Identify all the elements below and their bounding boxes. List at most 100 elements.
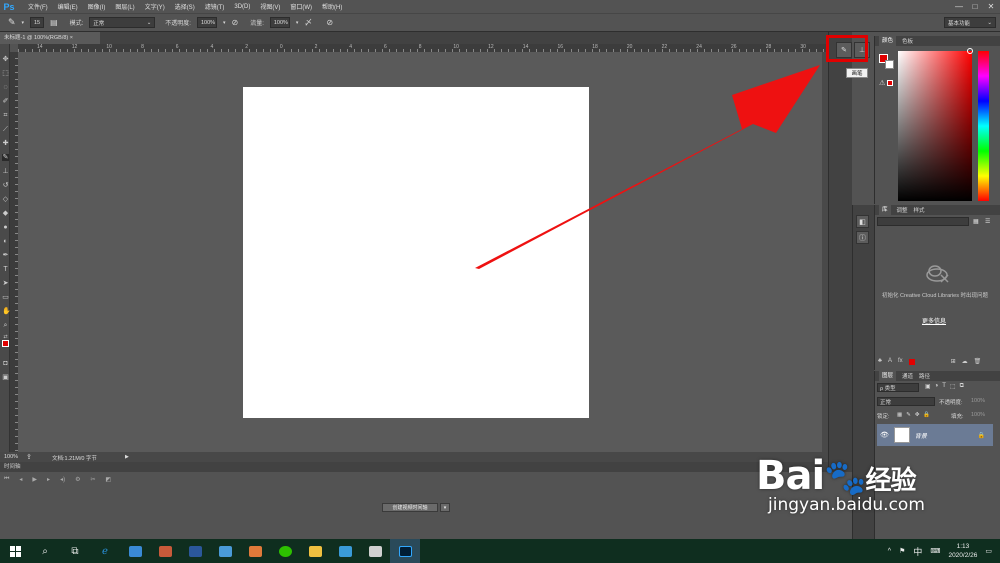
menu-window[interactable]: 窗口(W): [290, 2, 312, 11]
workspace-select[interactable]: 基本功能 ⌄: [944, 17, 996, 28]
close-button[interactable]: ✕: [986, 1, 996, 11]
keyboard-icon[interactable]: ⌨: [930, 547, 940, 555]
blur-tool-icon[interactable]: ●: [2, 224, 9, 231]
tab-layers[interactable]: 图层: [879, 371, 897, 381]
library-sync-icon[interactable]: ☁: [962, 358, 968, 368]
notification-icon[interactable]: ▭: [985, 547, 992, 555]
menu-3d[interactable]: 3D(D): [234, 4, 250, 10]
library-select[interactable]: [877, 217, 969, 226]
menu-layer[interactable]: 图层(L): [115, 2, 134, 11]
menu-file[interactable]: 文件(F): [28, 2, 48, 11]
menu-type[interactable]: 文字(Y): [145, 2, 165, 11]
history-brush-tool-icon[interactable]: ↺: [2, 182, 9, 189]
filter-shape-icon[interactable]: ⬚: [950, 383, 956, 390]
dodge-tool-icon[interactable]: ◐: [2, 238, 9, 245]
network-icon[interactable]: ⚑: [899, 547, 905, 555]
marquee-tool-icon[interactable]: ⬚: [2, 70, 9, 77]
add-color-icon[interactable]: [908, 359, 915, 365]
hand-tool-icon[interactable]: ✋: [2, 308, 11, 315]
layer-name[interactable]: 背景: [915, 431, 927, 440]
maximize-button[interactable]: □: [970, 1, 980, 11]
chevron-down-icon[interactable]: ▾: [22, 20, 25, 26]
fill-value[interactable]: 100%: [971, 412, 985, 418]
close-icon[interactable]: ×: [70, 35, 73, 41]
info-button[interactable]: ⓘ: [856, 231, 869, 244]
gamut-swatch[interactable]: [887, 80, 893, 86]
tab-libraries[interactable]: 库: [879, 205, 891, 215]
clone-stamp-tool-icon[interactable]: ⊥: [2, 168, 9, 175]
search-icon[interactable]: ⌕: [30, 539, 60, 563]
lock-position-icon[interactable]: ✥: [915, 412, 920, 418]
new-library-icon[interactable]: ⊞: [951, 358, 956, 368]
lock-pixels-icon[interactable]: ✎: [906, 412, 911, 418]
tab-paths[interactable]: 路径: [919, 372, 930, 380]
properties-button[interactable]: ◧: [856, 215, 869, 228]
lasso-tool-icon[interactable]: ◌: [2, 84, 9, 91]
brush-tool-icon[interactable]: ✎: [8, 17, 16, 28]
minimize-button[interactable]: —: [954, 1, 964, 11]
background-swatch[interactable]: [885, 60, 894, 69]
shape-tool-icon[interactable]: ▭: [2, 294, 9, 301]
chevron-down-icon[interactable]: ▾: [296, 20, 299, 26]
app-icon-mail[interactable]: [330, 539, 360, 563]
paint-bucket-tool-icon[interactable]: ◆: [2, 210, 9, 217]
document-tab[interactable]: 未标题-1 @ 100%(RGB/8) ×: [0, 32, 100, 44]
grid-view-icon[interactable]: ▦: [973, 218, 979, 225]
app-icon-word[interactable]: [180, 539, 210, 563]
airbrush-icon[interactable]: 〆: [304, 17, 312, 28]
tab-styles[interactable]: 样式: [914, 206, 925, 214]
list-view-icon[interactable]: ☰: [985, 218, 990, 225]
quick-mask-icon[interactable]: ◘: [2, 360, 9, 367]
blend-mode-select[interactable]: 正常: [877, 397, 935, 406]
screen-mode-icon[interactable]: ▣: [2, 374, 9, 381]
layer-row-background[interactable]: 👁 背景 🔒: [877, 424, 993, 446]
filter-adjustment-icon[interactable]: ◑: [935, 383, 939, 390]
tab-color[interactable]: 颜色: [879, 36, 897, 46]
edge-browser-icon[interactable]: ℯ: [90, 539, 120, 563]
tab-swatches[interactable]: 色板: [902, 37, 913, 45]
chevron-up-icon[interactable]: ^: [888, 548, 891, 555]
menu-view[interactable]: 视图(V): [260, 2, 280, 11]
delete-icon[interactable]: 🗑: [974, 358, 982, 368]
more-info-link[interactable]: 更多信息: [922, 316, 946, 325]
next-frame-icon[interactable]: ▸: [47, 476, 50, 483]
flow-input[interactable]: 100%: [269, 17, 290, 28]
brush-tool-icon[interactable]: ✎: [2, 154, 9, 161]
eyedropper-tool-icon[interactable]: ⟋: [2, 126, 9, 133]
app-icon-photos[interactable]: [210, 539, 240, 563]
add-layer-style-icon[interactable]: fx: [898, 358, 903, 368]
eye-icon[interactable]: 👁: [880, 431, 889, 439]
menu-image[interactable]: 图像(I): [88, 2, 106, 11]
app-icon-bird[interactable]: [120, 539, 150, 563]
path-select-tool-icon[interactable]: ➤: [2, 280, 9, 287]
photoshop-taskbar-icon[interactable]: [390, 539, 420, 563]
filter-type-icon[interactable]: T: [942, 383, 946, 390]
menu-help[interactable]: 帮助(H): [322, 2, 342, 11]
menu-select[interactable]: 选择(S): [175, 2, 195, 11]
app-icon-paint[interactable]: [240, 539, 270, 563]
split-icon[interactable]: ✂: [90, 476, 95, 483]
filter-pixel-icon[interactable]: ▣: [925, 383, 931, 390]
ime-indicator[interactable]: 中: [913, 545, 922, 558]
status-menu-arrow-icon[interactable]: ▶: [125, 454, 129, 460]
filter-smart-icon[interactable]: ⧉: [960, 383, 964, 390]
play-icon[interactable]: ▶: [32, 476, 37, 483]
quick-select-tool-icon[interactable]: ✐: [2, 98, 9, 105]
crop-tool-icon[interactable]: ⌗: [2, 112, 9, 119]
create-video-timeline-button[interactable]: 创建视频时间轴: [382, 503, 438, 512]
file-explorer-icon[interactable]: [300, 539, 330, 563]
timeline-panel-header[interactable]: 时间轴: [0, 462, 828, 472]
color-field[interactable]: [898, 51, 972, 201]
foreground-color-swatch[interactable]: [2, 340, 9, 347]
transition-icon[interactable]: ◩: [106, 476, 112, 483]
hue-slider[interactable]: [978, 51, 989, 201]
add-character-style-icon[interactable]: A: [888, 358, 892, 368]
move-tool-icon[interactable]: ✥: [2, 56, 9, 63]
first-frame-icon[interactable]: ⏮: [4, 476, 9, 483]
export-icon[interactable]: ⇪: [26, 453, 32, 461]
mode-select[interactable]: 正常 ⌄: [89, 17, 156, 28]
pressure-size-icon[interactable]: ⊘: [326, 18, 333, 27]
start-button[interactable]: [0, 539, 30, 563]
layer-opacity-value[interactable]: 100%: [971, 398, 985, 404]
wechat-icon[interactable]: [270, 539, 300, 563]
